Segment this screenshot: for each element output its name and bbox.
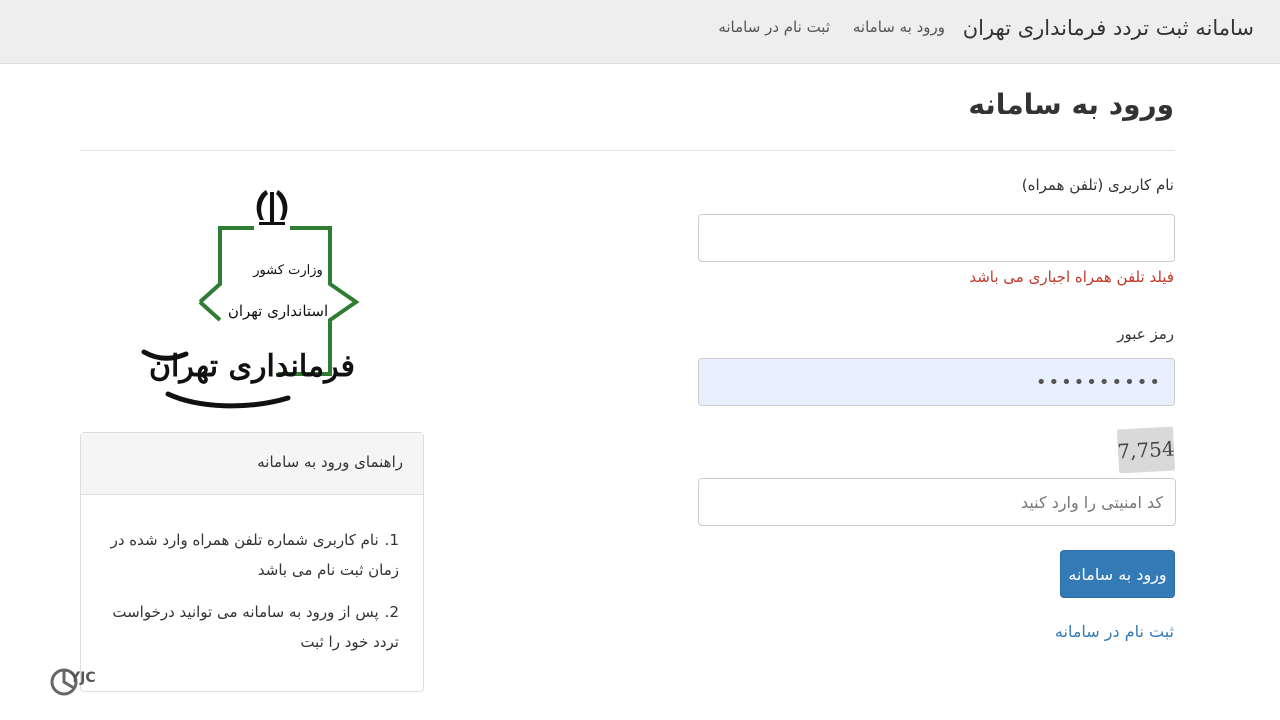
register-link[interactable]: ثبت نام در سامانه bbox=[1055, 622, 1174, 641]
login-guide-panel: راهنمای ورود به سامانه 1.نام کاربری شمار… bbox=[80, 432, 424, 692]
password-input[interactable] bbox=[698, 358, 1175, 406]
iran-emblem-icon bbox=[256, 190, 288, 225]
guide-panel-header: راهنمای ورود به سامانه bbox=[81, 433, 423, 495]
guide-item-text: پس از ورود به سامانه می توانید درخواست ت… bbox=[112, 603, 399, 651]
header-divider bbox=[80, 150, 1175, 151]
logo-calligraphy-stroke bbox=[165, 391, 291, 409]
news-agency-watermark-icon bbox=[50, 668, 78, 696]
username-input[interactable] bbox=[698, 214, 1175, 262]
nav-link-register[interactable]: ثبت نام در سامانه bbox=[718, 18, 830, 36]
page-title: ورود به سامانه bbox=[968, 88, 1174, 121]
guide-item-number: 2. bbox=[384, 603, 399, 621]
guide-panel-title: راهنمای ورود به سامانه bbox=[257, 453, 403, 471]
ministry-logo: وزارت کشور استانداری تهران فرمانداری تهر… bbox=[141, 190, 360, 409]
guide-item-text: نام کاربری شماره تلفن همراه وارد شده در … bbox=[110, 531, 399, 579]
nav-link-login[interactable]: ورود به سامانه bbox=[853, 18, 945, 36]
captcha-image: 7,754 bbox=[1117, 426, 1175, 474]
watermark-text: YJC bbox=[70, 670, 96, 686]
captcha-input[interactable] bbox=[698, 478, 1176, 526]
logo-text-province: استانداری تهران bbox=[228, 302, 328, 320]
guide-item-number: 1. bbox=[384, 531, 399, 549]
password-label: رمز عبور bbox=[1117, 325, 1174, 343]
username-error-message: فیلد تلفن همراه اجباری می باشد bbox=[969, 268, 1174, 286]
navbar-brand[interactable]: سامانه ثبت تردد فرمانداری تهران bbox=[963, 16, 1254, 40]
guide-item: 1.نام کاربری شماره تلفن همراه وارد شده د… bbox=[99, 525, 399, 585]
login-submit-button[interactable]: ورود به سامانه bbox=[1060, 550, 1175, 598]
top-navbar: سامانه ثبت تردد فرمانداری تهران ورود به … bbox=[0, 0, 1280, 64]
logo-text-ministry: وزارت کشور bbox=[252, 263, 323, 278]
guide-item: 2.پس از ورود به سامانه می توانید درخواست… bbox=[99, 597, 399, 657]
username-label: نام کاربری (تلفن همراه) bbox=[1021, 176, 1174, 194]
